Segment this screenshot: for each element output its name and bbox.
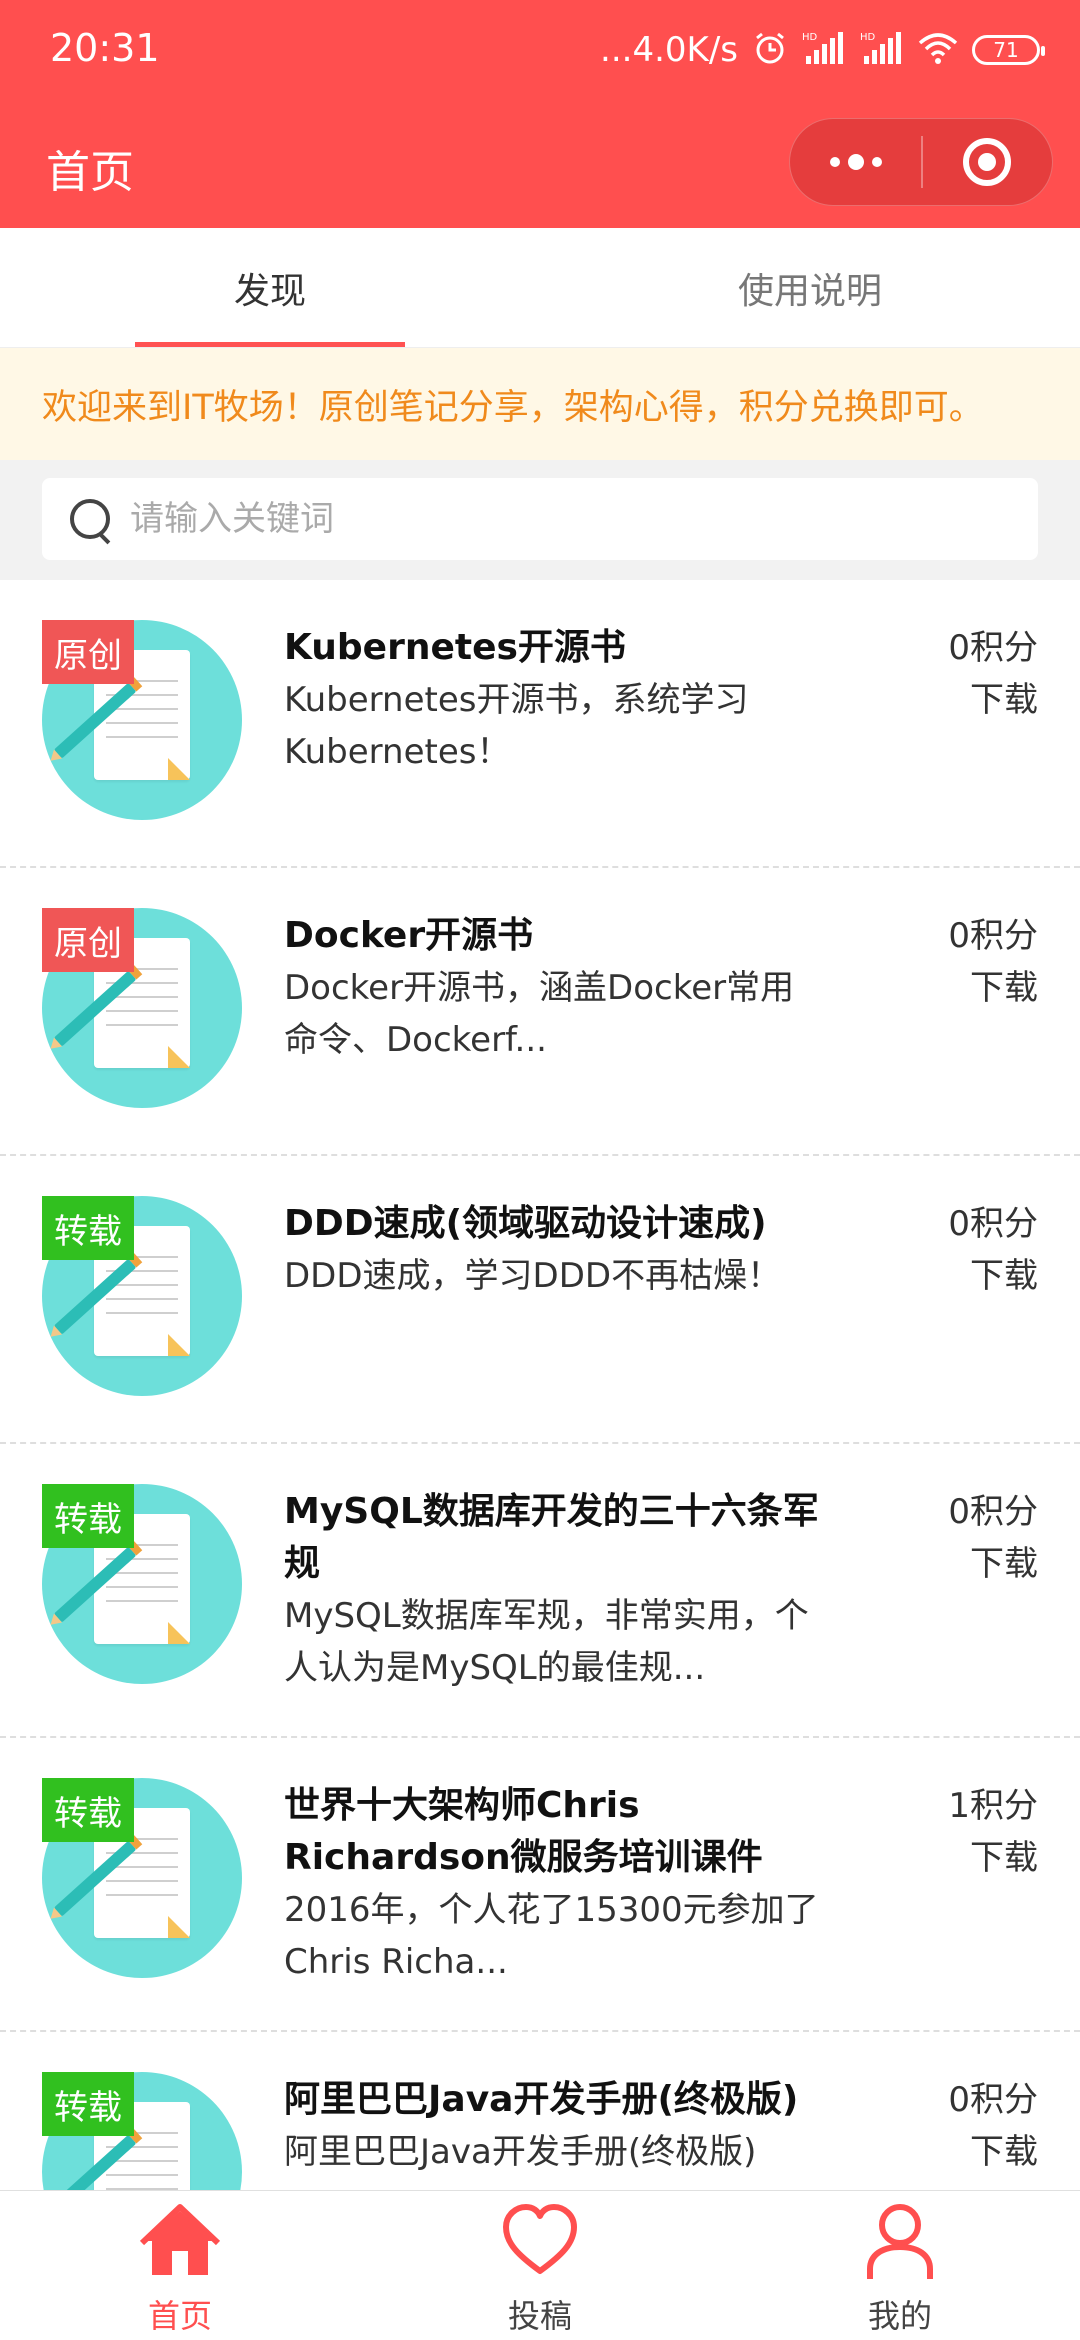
status-bar: 20:31 ...4.0K/s HD HD 71 [0, 0, 1080, 100]
item-description: 2016年，个人花了15300元参加了Chris Richa... [284, 1890, 819, 1982]
bottom-nav: 首页 投稿 我的 [0, 2190, 1080, 2340]
document-thumbnail: 转载 [42, 1196, 242, 1396]
nav-label: 我的 [867, 2297, 932, 2335]
document-thumbnail: 原创 [42, 620, 242, 820]
download-link[interactable]: 下载 [948, 962, 1038, 1014]
alarm-icon [752, 30, 788, 70]
nav-home[interactable]: 首页 [0, 2191, 360, 2340]
document-thumbnail: 转载 [42, 2072, 242, 2190]
page-title: 首页 [46, 147, 134, 198]
item-description: 阿里巴巴Java开发手册(终极版) [284, 2132, 757, 2172]
list-item[interactable]: 原创 Docker开源书 Docker开源书，涵盖Docker常用命令、Dock… [0, 868, 1080, 1156]
user-icon [858, 2199, 942, 2287]
search-area [0, 460, 1080, 580]
original-badge: 原创 [42, 620, 134, 684]
item-points: 0积分 [948, 1204, 1038, 1244]
repost-badge: 转载 [42, 1778, 134, 1842]
item-title: DDD速成(领域驱动设计速成) [284, 1203, 767, 1244]
more-dots-icon[interactable] [790, 118, 921, 206]
status-time: 20:31 [50, 26, 160, 70]
item-description: Docker开源书，涵盖Docker常用命令、Dockerf... [284, 968, 795, 1060]
notice-text: 欢迎来到IT牧场！原创笔记分享，架构心得，积分兑换即可。 [42, 387, 984, 428]
item-points: 0积分 [948, 1492, 1038, 1532]
battery-level: 71 [993, 38, 1019, 62]
svg-text:HD: HD [802, 32, 818, 43]
nav-label: 首页 [147, 2297, 212, 2335]
document-thumbnail: 转载 [42, 1484, 242, 1684]
download-link[interactable]: 下载 [948, 2126, 1038, 2178]
mini-program-capsule [789, 118, 1053, 206]
item-points: 0积分 [948, 2080, 1038, 2120]
target-icon[interactable] [923, 118, 1052, 206]
item-title: 世界十大架构师Chris Richardson微服务培训课件 [284, 1785, 763, 1878]
repost-badge: 转载 [42, 2072, 134, 2136]
download-link[interactable]: 下载 [948, 1832, 1038, 1884]
tab-instructions[interactable]: 使用说明 [540, 228, 1080, 347]
list-item[interactable]: 转载 阿里巴巴Java开发手册(终极版) 阿里巴巴Java开发手册(终极版) 0… [0, 2032, 1080, 2190]
list-item[interactable]: 原创 Kubernetes开源书 Kubernetes开源书，系统学习Kuber… [0, 580, 1080, 868]
nav-submit[interactable]: 投稿 [360, 2191, 720, 2340]
app-header: 20:31 ...4.0K/s HD HD 71 首页 [0, 0, 1080, 228]
notice-banner: 欢迎来到IT牧场！原创笔记分享，架构心得，积分兑换即可。 [0, 348, 1080, 460]
item-description: DDD速成，学习DDD不再枯燥！ [284, 1256, 782, 1296]
search-box[interactable] [42, 478, 1038, 560]
item-description: Kubernetes开源书，系统学习Kubernetes！ [284, 680, 749, 772]
list-item[interactable]: 转载 世界十大架构师Chris Richardson微服务培训课件 2016年，… [0, 1738, 1080, 2032]
heart-icon [498, 2199, 582, 2287]
item-points: 0积分 [948, 628, 1038, 668]
resource-list: 原创 Kubernetes开源书 Kubernetes开源书，系统学习Kuber… [0, 580, 1080, 2190]
tab-discover[interactable]: 发现 [0, 228, 540, 347]
item-points: 1积分 [948, 1786, 1038, 1826]
item-title: 阿里巴巴Java开发手册(终极版) [284, 2079, 799, 2120]
item-title: Kubernetes开源书 [284, 627, 626, 668]
nav-profile[interactable]: 我的 [720, 2191, 1080, 2340]
download-link[interactable]: 下载 [948, 1538, 1038, 1590]
download-link[interactable]: 下载 [948, 674, 1038, 726]
repost-badge: 转载 [42, 1484, 134, 1548]
item-title: MySQL数据库开发的三十六条军规 [284, 1491, 819, 1584]
search-icon [66, 495, 114, 543]
battery-icon: 71 [972, 35, 1045, 65]
document-thumbnail: 原创 [42, 908, 242, 1108]
status-indicators: ...4.0K/s HD HD 71 [600, 22, 1045, 78]
list-item[interactable]: 转载 MySQL数据库开发的三十六条军规 MySQL数据库军规，非常实用，个人认… [0, 1444, 1080, 1738]
tab-bar: 发现 使用说明 [0, 228, 1080, 348]
download-link[interactable]: 下载 [948, 1250, 1038, 1302]
search-input[interactable] [130, 499, 1010, 539]
hd-signal-icon: HD [860, 30, 904, 70]
item-title: Docker开源书 [284, 915, 534, 956]
wifi-icon [918, 31, 958, 69]
svg-text:HD: HD [860, 32, 876, 43]
item-points: 0积分 [948, 916, 1038, 956]
hd-signal-icon: HD [802, 30, 846, 70]
repost-badge: 转载 [42, 1196, 134, 1260]
nav-label: 投稿 [507, 2297, 572, 2335]
title-bar: 首页 [0, 100, 1080, 228]
network-speed: ...4.0K/s [600, 30, 738, 70]
item-description: MySQL数据库军规，非常实用，个人认为是MySQL的最佳规... [284, 1596, 809, 1688]
document-thumbnail: 转载 [42, 1778, 242, 1978]
list-item[interactable]: 转载 DDD速成(领域驱动设计速成) DDD速成，学习DDD不再枯燥！ 0积分 … [0, 1156, 1080, 1444]
original-badge: 原创 [42, 908, 134, 972]
home-icon [138, 2199, 222, 2287]
